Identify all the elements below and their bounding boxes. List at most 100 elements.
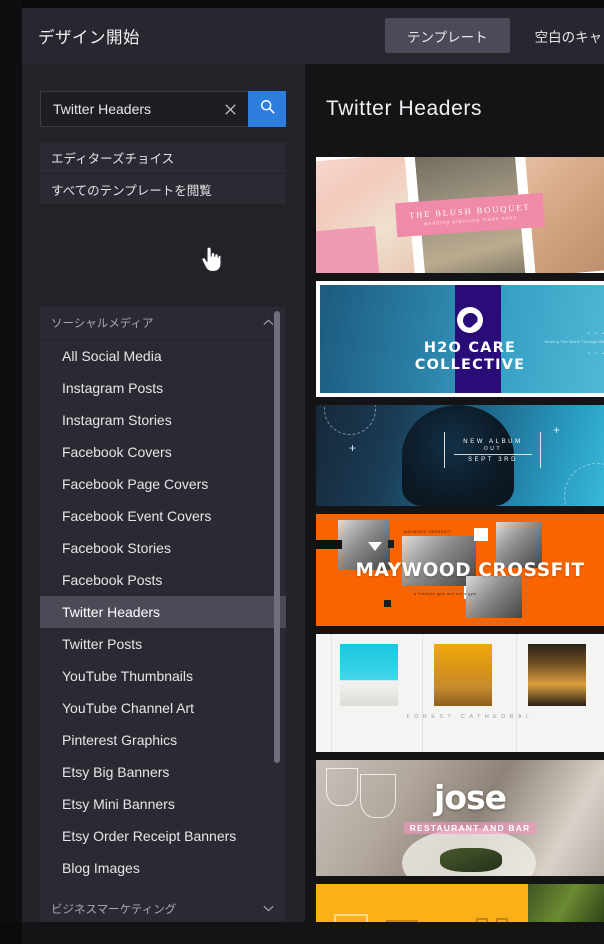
- category-group-social-media[interactable]: ソーシャルメディア: [40, 307, 286, 340]
- sidebar-item-facebook-posts[interactable]: Facebook Posts: [40, 564, 286, 596]
- tab-templates[interactable]: テンプレート: [385, 18, 510, 53]
- sidebar-item-twitter-posts[interactable]: Twitter Posts: [40, 628, 286, 660]
- sidebar-scrollbar-track[interactable]: [274, 309, 283, 922]
- sidebar-item-twitter-headers[interactable]: Twitter Headers: [40, 596, 286, 628]
- outline-accent-3: [476, 918, 488, 922]
- pink-corner-accent: [316, 225, 381, 273]
- close-icon[interactable]: [220, 99, 240, 119]
- search-input[interactable]: Twitter Headers: [40, 91, 248, 127]
- outline-accent-1: [334, 914, 368, 922]
- window-frame-bottom-inner: [22, 922, 604, 944]
- photo-foliage: [528, 884, 604, 922]
- column-divider: [422, 634, 423, 752]
- chevron-down-icon: [263, 903, 274, 915]
- food-shape: [440, 848, 502, 872]
- sidebar-item-all-social-media[interactable]: All Social Media: [40, 340, 286, 372]
- dot-row-bottom: • • •: [587, 351, 604, 357]
- sidebar-item-facebook-covers[interactable]: Facebook Covers: [40, 436, 286, 468]
- template-subtitle-text: RESTAURANT AND BAR: [403, 822, 537, 834]
- create-design-dialog: デザイン開始 テンプレート 空白のキャンバス Twitter Headers: [22, 8, 604, 922]
- outline-accent-2: [386, 920, 418, 922]
- photo-church: [340, 644, 398, 706]
- column-divider: [516, 634, 517, 752]
- sidebar-item-etsy-order-receipt-banners[interactable]: Etsy Order Receipt Banners: [40, 820, 286, 852]
- template-title-text: jose: [433, 778, 507, 817]
- template-card-maywood-crossfit[interactable]: MAYWOOD CROSSFIT a lifestyle gym and not…: [316, 514, 604, 626]
- sidebar-item-etsy-big-banners[interactable]: Etsy Big Banners: [40, 756, 286, 788]
- template-title-block: NEW ALBUM OUT SEPT 3RD: [454, 439, 532, 463]
- search-input-value: Twitter Headers: [53, 101, 152, 117]
- sidebar-item-instagram-posts[interactable]: Instagram Posts: [40, 372, 286, 404]
- purple-stripe-accent: [455, 285, 501, 393]
- sidebar-item-instagram-stories[interactable]: Instagram Stories: [40, 404, 286, 436]
- sidebar-item-pinterest-graphics[interactable]: Pinterest Graphics: [40, 724, 286, 756]
- template-title-block: H2O CARE COLLECTIVE: [415, 340, 525, 374]
- template-card-jose-restaurant-and-bar[interactable]: jose RESTAURANT AND BAR: [316, 760, 604, 876]
- outline-accent-4: [496, 918, 508, 922]
- template-title-line3: SEPT 3RD: [467, 457, 519, 463]
- quick-link-editors-choice[interactable]: エディターズチョイス: [40, 142, 286, 173]
- template-card-yellow-banner[interactable]: [316, 884, 604, 922]
- category-items-social-media: All Social Media Instagram Posts Instagr…: [40, 340, 286, 884]
- search-icon: [260, 99, 275, 119]
- results-panel: Twitter Headers THE BLUSH BOUQUET weddin…: [305, 64, 604, 922]
- thumbnail-underwater-photo: H2O CARE COLLECTIVE • • • Healing The Wo…: [320, 285, 604, 393]
- plus-accent-left: +: [349, 441, 357, 455]
- sidebar-scrollbar-thumb[interactable]: [274, 311, 280, 763]
- wave-glyph: [462, 312, 478, 328]
- chevron-up-icon: [263, 317, 274, 329]
- quick-link-browse-all-templates[interactable]: すべてのテンプレートを閲覧: [40, 173, 286, 204]
- results-title: Twitter Headers: [326, 97, 483, 120]
- search-button[interactable]: [248, 91, 286, 127]
- triangle-accent: [368, 542, 382, 551]
- category-group-business-marketing-label: ビジネスマーケティング: [51, 904, 177, 916]
- template-caption-bottom: a lifestyle gym and not a gym: [414, 592, 477, 596]
- dialog-body: Twitter Headers エディターズチョイス すべてのテンプレートを閲覧…: [22, 64, 604, 922]
- template-title-line1: NEW ALBUM: [463, 439, 523, 445]
- category-group-social-media-label: ソーシャルメディア: [51, 318, 154, 330]
- sidebar-item-facebook-event-covers[interactable]: Facebook Event Covers: [40, 500, 286, 532]
- template-title-line2: COLLECTIVE: [414, 357, 526, 374]
- template-title-text: FOREST CATHEDRAL: [406, 714, 534, 720]
- category-group-business-marketing[interactable]: ビジネスマーケティング: [40, 893, 286, 922]
- quick-links: エディターズチョイス すべてのテンプレートを閲覧: [40, 142, 286, 204]
- template-card-forest-cathedral[interactable]: FOREST CATHEDRAL: [316, 634, 604, 752]
- sidebar-panel: Twitter Headers エディターズチョイス すべてのテンプレートを閲覧…: [22, 64, 305, 922]
- template-title-line1: H2O CARE: [423, 340, 517, 356]
- white-square-accent: [474, 528, 488, 541]
- header-tabs: テンプレート 空白のキャンバス: [385, 18, 604, 53]
- page-title: デザイン開始: [38, 29, 140, 47]
- template-micro-text: Healing The World Through Water: [544, 340, 604, 344]
- category-spacer: [40, 884, 286, 893]
- app-root: デザイン開始 テンプレート 空白のキャンバス Twitter Headers: [0, 0, 604, 944]
- divider: [454, 454, 532, 455]
- wine-glass-right: [360, 774, 396, 818]
- sidebar-item-youtube-thumbnails[interactable]: YouTube Thumbnails: [40, 660, 286, 692]
- template-title-text: MAYWOOD CROSSFIT: [355, 560, 585, 581]
- wave-logo-icon: [457, 307, 483, 333]
- dialog-header: デザイン開始 テンプレート 空白のキャンバス: [22, 8, 604, 64]
- template-grid: THE BLUSH BOUQUET wedding planning made …: [316, 157, 604, 922]
- category-list: ソーシャルメディア All Social Media Instagram Pos…: [40, 307, 286, 922]
- template-title-line2: OUT: [483, 446, 503, 452]
- wine-glass-left: [326, 768, 358, 806]
- sidebar-item-facebook-stories[interactable]: Facebook Stories: [40, 532, 286, 564]
- dot-row-top: • • •: [587, 331, 604, 337]
- template-card-h2o-care-collective[interactable]: H2O CARE COLLECTIVE • • • Healing The Wo…: [316, 281, 604, 397]
- photo-rings: [466, 576, 522, 618]
- photo-chandelier: [434, 644, 492, 706]
- photo-candles: [528, 644, 586, 706]
- sidebar-item-facebook-page-covers[interactable]: Facebook Page Covers: [40, 468, 286, 500]
- tab-blank-canvas[interactable]: 空白のキャンバス: [513, 18, 604, 53]
- window-frame-left: [0, 0, 22, 944]
- template-card-the-blush-bouquet[interactable]: THE BLUSH BOUQUET wedding planning made …: [316, 157, 604, 273]
- dashed-circle-bottom-right: [564, 463, 604, 506]
- sidebar-item-blog-images[interactable]: Blog Images: [40, 852, 286, 884]
- small-block-accent: [388, 540, 394, 548]
- window-frame-top: [0, 0, 604, 8]
- template-caption-top: MAYWOOD CROSSFIT: [404, 530, 451, 534]
- dashed-circle-top-left: [324, 405, 376, 435]
- sidebar-item-youtube-channel-art[interactable]: YouTube Channel Art: [40, 692, 286, 724]
- template-card-new-album-out[interactable]: + + NEW ALBUM OUT SEPT 3RD: [316, 405, 604, 506]
- sidebar-item-etsy-mini-banners[interactable]: Etsy Mini Banners: [40, 788, 286, 820]
